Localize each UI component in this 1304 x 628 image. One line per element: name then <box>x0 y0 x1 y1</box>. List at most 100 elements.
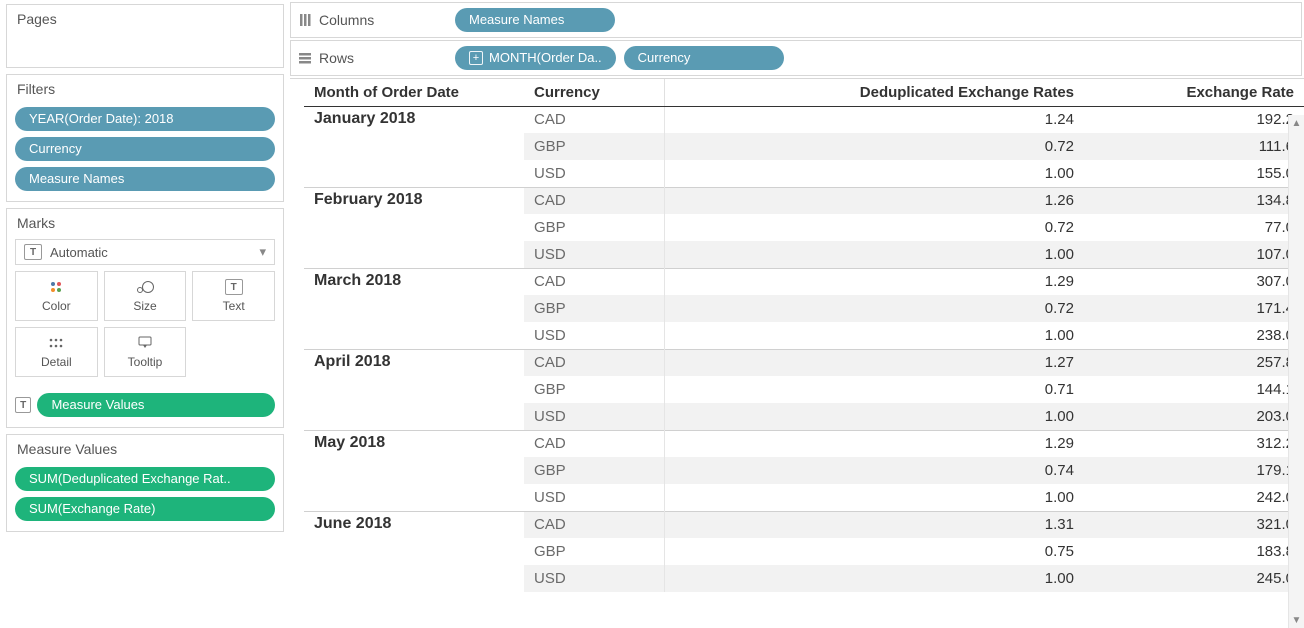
table-row[interactable]: January 2018CAD1.24192.2 <box>304 106 1304 133</box>
cell-rate: 238.0 <box>1084 322 1304 349</box>
cell-dedup: 1.24 <box>664 106 1084 133</box>
table-row[interactable]: June 2018CAD1.31321.0 <box>304 511 1304 538</box>
filter-pill[interactable]: YEAR(Order Date): 2018 <box>15 107 275 131</box>
cell-currency: GBP <box>524 376 664 403</box>
table-row[interactable]: March 2018CAD1.29307.0 <box>304 268 1304 295</box>
marks-type-select[interactable]: T Automatic ▾ <box>15 239 275 265</box>
header-month[interactable]: Month of Order Date <box>304 79 524 106</box>
cell-month: March 2018 <box>304 268 524 349</box>
cell-dedup: 0.75 <box>664 538 1084 565</box>
cell-dedup: 1.00 <box>664 160 1084 187</box>
measure-value-pill[interactable]: SUM(Exchange Rate) <box>15 497 275 521</box>
rows-pills[interactable]: +MONTH(Order Da.. Currency <box>453 46 786 70</box>
cell-currency: USD <box>524 484 664 511</box>
table-header-row: Month of Order Date Currency Deduplicate… <box>304 79 1304 106</box>
cell-dedup: 1.00 <box>664 403 1084 430</box>
cell-month: January 2018 <box>304 106 524 187</box>
scroll-up-arrow[interactable]: ▲ <box>1289 115 1304 131</box>
cell-rate: 242.0 <box>1084 484 1304 511</box>
cell-currency: CAD <box>524 268 664 295</box>
header-currency[interactable]: Currency <box>524 79 664 106</box>
measure-values-body[interactable]: SUM(Deduplicated Exchange Rat.. SUM(Excha… <box>7 465 283 531</box>
columns-pills[interactable]: Measure Names <box>453 8 617 32</box>
cell-currency: GBP <box>524 538 664 565</box>
left-panel: Pages Filters YEAR(Order Date): 2018Curr… <box>0 0 290 628</box>
cell-dedup: 1.00 <box>664 484 1084 511</box>
pages-card[interactable]: Pages <box>6 4 284 68</box>
marks-measure-values-pill[interactable]: Measure Values <box>37 393 275 417</box>
cell-month: April 2018 <box>304 349 524 430</box>
text-icon: T <box>225 279 243 295</box>
marks-text-button[interactable]: T Text <box>192 271 275 321</box>
cell-currency: CAD <box>524 430 664 457</box>
columns-pill[interactable]: Measure Names <box>455 8 615 32</box>
table-row[interactable]: May 2018CAD1.29312.2 <box>304 430 1304 457</box>
detail-icon <box>48 335 64 351</box>
filters-body[interactable]: YEAR(Order Date): 2018 Currency Measure Na… <box>7 105 283 201</box>
cell-currency: GBP <box>524 457 664 484</box>
text-type-icon: T <box>24 244 42 260</box>
marks-type-label: Automatic <box>50 245 108 260</box>
rows-shelf[interactable]: Rows +MONTH(Order Da.. Currency <box>290 40 1302 76</box>
cell-rate: 144.1 <box>1084 376 1304 403</box>
cell-currency: USD <box>524 403 664 430</box>
cell-currency: USD <box>524 322 664 349</box>
rows-pill[interactable]: +MONTH(Order Da.. <box>455 46 616 70</box>
header-dedup[interactable]: Deduplicated Exchange Rates <box>664 79 1084 106</box>
marks-color-button[interactable]: Color <box>15 271 98 321</box>
cell-rate: 203.0 <box>1084 403 1304 430</box>
cell-dedup: 0.72 <box>664 295 1084 322</box>
crosstab-view: Month of Order Date Currency Deduplicate… <box>290 79 1304 628</box>
cell-rate: 245.0 <box>1084 565 1304 592</box>
cell-currency: GBP <box>524 214 664 241</box>
pages-title: Pages <box>7 5 283 35</box>
cell-currency: GBP <box>524 295 664 322</box>
cell-dedup: 1.00 <box>664 565 1084 592</box>
table-row[interactable]: April 2018CAD1.27257.8 <box>304 349 1304 376</box>
chevron-down-icon: ▾ <box>259 244 266 260</box>
filter-pill[interactable]: Currency <box>15 137 275 161</box>
cell-currency: CAD <box>524 511 664 538</box>
cell-currency: GBP <box>524 133 664 160</box>
table-row[interactable]: February 2018CAD1.26134.8 <box>304 187 1304 214</box>
cell-rate: 134.8 <box>1084 187 1304 214</box>
marks-size-button[interactable]: Size <box>104 271 187 321</box>
cell-currency: USD <box>524 160 664 187</box>
filter-pill[interactable]: Measure Names <box>15 167 275 191</box>
cell-currency: CAD <box>524 349 664 376</box>
marks-tooltip-button[interactable]: Tooltip <box>104 327 187 377</box>
cell-rate: 111.6 <box>1084 133 1304 160</box>
filters-card: Filters YEAR(Order Date): 2018CurrencyMe… <box>6 74 284 202</box>
text-encoding-icon: T <box>15 397 31 413</box>
vertical-scrollbar[interactable]: ▲ ▼ <box>1288 115 1304 628</box>
cell-rate: 77.0 <box>1084 214 1304 241</box>
expand-icon[interactable]: + <box>469 51 483 65</box>
marks-title: Marks <box>7 209 283 239</box>
cell-currency: CAD <box>524 106 664 133</box>
shelves: Columns Measure Names Rows +MONTH(Order … <box>290 0 1304 79</box>
rows-label: Rows <box>319 50 354 66</box>
cell-rate: 192.2 <box>1084 106 1304 133</box>
columns-label: Columns <box>319 12 374 28</box>
header-rate[interactable]: Exchange Rate <box>1084 79 1304 106</box>
cell-currency: USD <box>524 565 664 592</box>
rows-icon <box>297 51 313 65</box>
columns-shelf[interactable]: Columns Measure Names <box>290 2 1302 38</box>
marks-detail-button[interactable]: Detail <box>15 327 98 377</box>
cell-currency: USD <box>524 241 664 268</box>
cell-rate: 307.0 <box>1084 268 1304 295</box>
rows-pill[interactable]: Currency <box>624 46 784 70</box>
cell-currency: CAD <box>524 187 664 214</box>
cell-dedup: 0.72 <box>664 214 1084 241</box>
measure-value-pill[interactable]: SUM(Deduplicated Exchange Rat.. <box>15 467 275 491</box>
scroll-down-arrow[interactable]: ▼ <box>1289 612 1304 628</box>
cell-rate: 155.0 <box>1084 160 1304 187</box>
cell-dedup: 0.74 <box>664 457 1084 484</box>
cell-dedup: 0.71 <box>664 376 1084 403</box>
marks-card: Marks T Automatic ▾ Color <box>6 208 284 428</box>
cell-dedup: 1.00 <box>664 241 1084 268</box>
cell-rate: 312.2 <box>1084 430 1304 457</box>
cell-dedup: 1.26 <box>664 187 1084 214</box>
cell-dedup: 1.31 <box>664 511 1084 538</box>
crosstab-table: Month of Order Date Currency Deduplicate… <box>304 79 1304 592</box>
